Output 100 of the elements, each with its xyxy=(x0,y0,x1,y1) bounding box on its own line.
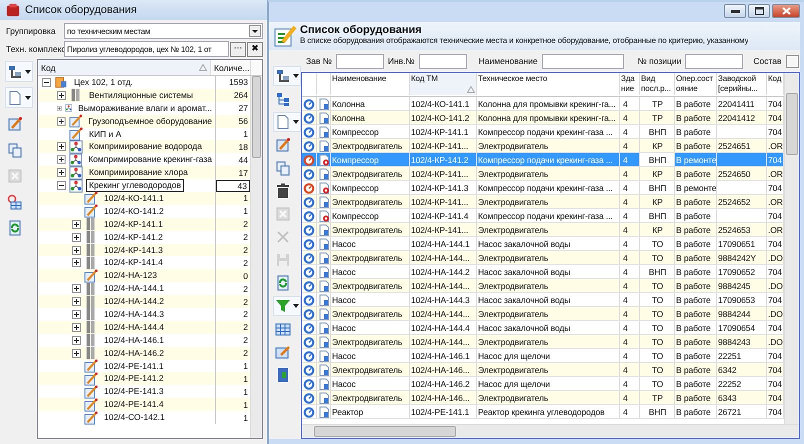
table-row[interactable]: Компрессор 102/4-КР-141.2 Компрессор подачи крекинг-газа ... 4 ВНП В ремонте 704 xyxy=(302,153,784,167)
table-row[interactable]: Электродвигатель 102/4-НА-146... Электродвигатель 4 ТР В работе 6343 704 xyxy=(302,391,784,405)
expand-icon[interactable] xyxy=(57,116,66,126)
column-header[interactable]: Код xyxy=(38,60,211,75)
tree-item[interactable]: 102/4-НА-144.4 xyxy=(101,320,168,334)
expand-icon[interactable] xyxy=(72,284,81,294)
expand-icon[interactable] xyxy=(72,322,81,332)
tree-item[interactable]: 102/4-РЕ-141.1 xyxy=(101,360,167,373)
expand-icon[interactable] xyxy=(72,220,81,229)
clear-button[interactable]: ✖ xyxy=(247,42,263,56)
expand-icon[interactable] xyxy=(72,336,81,345)
expand-icon[interactable] xyxy=(72,297,81,306)
tree-item[interactable]: Вымораживание влаги и аромат... xyxy=(75,102,215,115)
dropdown-caret-icon[interactable] xyxy=(25,70,31,74)
sort-arrow-icon xyxy=(199,64,207,71)
expand-icon[interactable] xyxy=(72,258,81,268)
expand-icon[interactable] xyxy=(72,246,81,255)
tree-item[interactable]: Компримирование водорода xyxy=(86,140,205,154)
tree-item[interactable]: Крекинг углеводородов xyxy=(86,179,184,192)
tree-item[interactable]: 102/4-НА-144.1 xyxy=(101,282,168,296)
dropdown-tool-button[interactable] xyxy=(5,61,33,82)
dropdown-caret-icon[interactable] xyxy=(293,304,299,308)
filter-field[interactable] xyxy=(418,54,467,68)
complex-field[interactable]: Пиролиз углеводородов, цех № 102, 1 от xyxy=(64,41,229,57)
dropdown-caret-icon[interactable] xyxy=(25,96,31,100)
tree-item[interactable]: 102/4-НА-144.3 xyxy=(101,308,168,321)
column-header[interactable]: Техническое место xyxy=(477,73,620,95)
table-row[interactable]: Электродвигатель 102/4-НА-144... Электродвигатель 4 ТО В работе 9884242Y .DO xyxy=(302,251,784,265)
column-header[interactable]: Количе... xyxy=(211,60,251,75)
tree-layout-icon[interactable] xyxy=(7,64,23,80)
tree-item[interactable]: 102/4-РЕ-141.3 xyxy=(101,385,167,398)
horizontal-scrollbar[interactable] xyxy=(302,424,799,438)
table-row[interactable]: Электродвигатель 102/4-КР-141... Электродвигатель 4 КР В работе 2524650 .OR xyxy=(302,167,784,181)
tree-item[interactable]: Цех 102, 1 отд. xyxy=(71,76,136,89)
table-row[interactable]: Электродвигатель 102/4-НА-146... Электродвигатель 4 ТО В работе 6342 704 xyxy=(302,363,784,377)
tree-item[interactable]: 102/4-НА-146.1 xyxy=(101,334,168,347)
tree-item[interactable]: 102/4-СО-142.1 xyxy=(101,411,168,424)
expand-icon[interactable] xyxy=(57,155,66,164)
tree-item[interactable]: 102/4-КО-141.2 xyxy=(101,204,167,218)
table-row[interactable]: Электродвигатель 102/4-КР-141... Электродвигатель 4 КР В работе 2524652 .OR xyxy=(302,195,784,209)
table-cell: 102/4-КО-141.1 xyxy=(410,97,477,110)
browse-button[interactable]: ··· xyxy=(230,42,246,56)
table-row[interactable]: Электродвигатель 102/4-НА-144... Электродвигатель 4 ТО В работе 9884244 .DO xyxy=(302,307,784,321)
tree-item[interactable]: Компримирование хлора xyxy=(86,166,191,180)
dropdown-tool-button[interactable] xyxy=(273,66,301,86)
filter-field[interactable] xyxy=(542,54,624,68)
expand-icon[interactable] xyxy=(72,348,81,358)
edit-icon xyxy=(84,268,98,283)
table-row[interactable]: Реактор 102/4-РЕ-141.1 Реактор крекинга углеводородов 4 ВНП В работе 26721 704 xyxy=(302,405,784,419)
column-header[interactable]: Вид посл.р... xyxy=(640,73,675,95)
dropdown-caret-icon[interactable] xyxy=(293,120,299,124)
collapse-icon[interactable] xyxy=(42,78,51,87)
column-header[interactable]: Заводской [серийны... xyxy=(717,73,767,95)
tree-item[interactable]: 102/4-КР-141.1 xyxy=(101,218,166,231)
table-cell: 102/4-НА-146... xyxy=(410,391,477,404)
expand-icon[interactable] xyxy=(72,232,81,242)
tree-item[interactable]: Вентиляционные системы xyxy=(86,88,196,102)
table-cell: Насос закалочной воды xyxy=(477,293,620,306)
dropdown-tool-button[interactable] xyxy=(273,112,301,132)
tree-item[interactable]: Компримирование крекинг-газа xyxy=(85,153,215,166)
expand-icon[interactable] xyxy=(57,90,66,100)
tree-item[interactable]: 102/4-НА-123 xyxy=(101,269,160,282)
tree-item[interactable]: 102/4-РЕ-141.4 xyxy=(101,398,167,412)
tree-item[interactable]: 102/4-КР-141.2 xyxy=(101,230,166,244)
scrollbar[interactable] xyxy=(250,76,262,438)
tree-item[interactable]: 102/4-НА-146.2 xyxy=(101,346,168,360)
table-cell: ВНП xyxy=(640,265,675,278)
collapse-icon[interactable] xyxy=(57,181,66,190)
expand-icon[interactable] xyxy=(57,142,66,152)
filter-field[interactable] xyxy=(685,54,744,68)
minimize-button[interactable] xyxy=(724,4,746,18)
table-row[interactable]: Электродвигатель 102/4-НА-144... Электродвигатель 4 ТО В работе 9884245 .DO xyxy=(302,279,784,293)
dropdown-caret-icon[interactable] xyxy=(293,74,299,78)
tree-item[interactable]: 102/4-КР-141.3 xyxy=(101,244,166,257)
column-header[interactable]: Здание xyxy=(620,73,640,95)
tree-item[interactable]: 102/4-НА-144.2 xyxy=(101,295,168,308)
dropdown-tool-button[interactable] xyxy=(273,296,301,316)
filter-field[interactable] xyxy=(336,54,384,68)
table-row[interactable]: Электродвигатель 102/4-КР-141... Электродвигатель 4 КР В работе 2524651 .OR xyxy=(302,139,784,153)
table-row[interactable]: Колонна 102/4-КО-141.2 Колонна для промывки крекинг-га... 4 ТР В работе 22041412 704 xyxy=(302,111,784,125)
grouping-dropdown[interactable]: по техническим местам xyxy=(64,23,263,39)
table-cell: Компрессор xyxy=(331,153,410,166)
tree-item[interactable]: 102/4-КР-141.4 xyxy=(101,256,166,270)
composition-checkbox[interactable] xyxy=(786,54,798,68)
tree-item[interactable]: Грузоподъемное оборудование xyxy=(85,114,215,128)
table-row[interactable]: Электродвигатель 102/4-НА-144... Электродвигатель 4 ТО В работе 9884243 .DO xyxy=(302,335,784,349)
maximize-button[interactable] xyxy=(748,4,770,18)
tree-item[interactable]: 102/4-РЕ-141.2 xyxy=(101,372,167,386)
dropdown-tool-button[interactable] xyxy=(5,87,33,108)
expand-icon[interactable] xyxy=(72,310,81,319)
scrollbar[interactable] xyxy=(784,73,799,424)
dropdown-caret-icon[interactable] xyxy=(249,25,261,37)
tree-item[interactable]: 102/4-КО-141.1 xyxy=(101,192,167,205)
table-row[interactable]: Электродвигатель 102/4-КР-141... Электродвигатель 4 КР В работе 2524653 .OR xyxy=(302,223,784,237)
column-header[interactable]: Код ТМ xyxy=(410,73,477,95)
expand-icon[interactable] xyxy=(57,168,66,178)
tree-item[interactable]: КИП и А xyxy=(86,128,124,141)
tree-layout-icon[interactable] xyxy=(275,68,291,84)
close-button[interactable] xyxy=(772,4,800,18)
column-header[interactable]: Опер.состояние xyxy=(675,73,717,95)
